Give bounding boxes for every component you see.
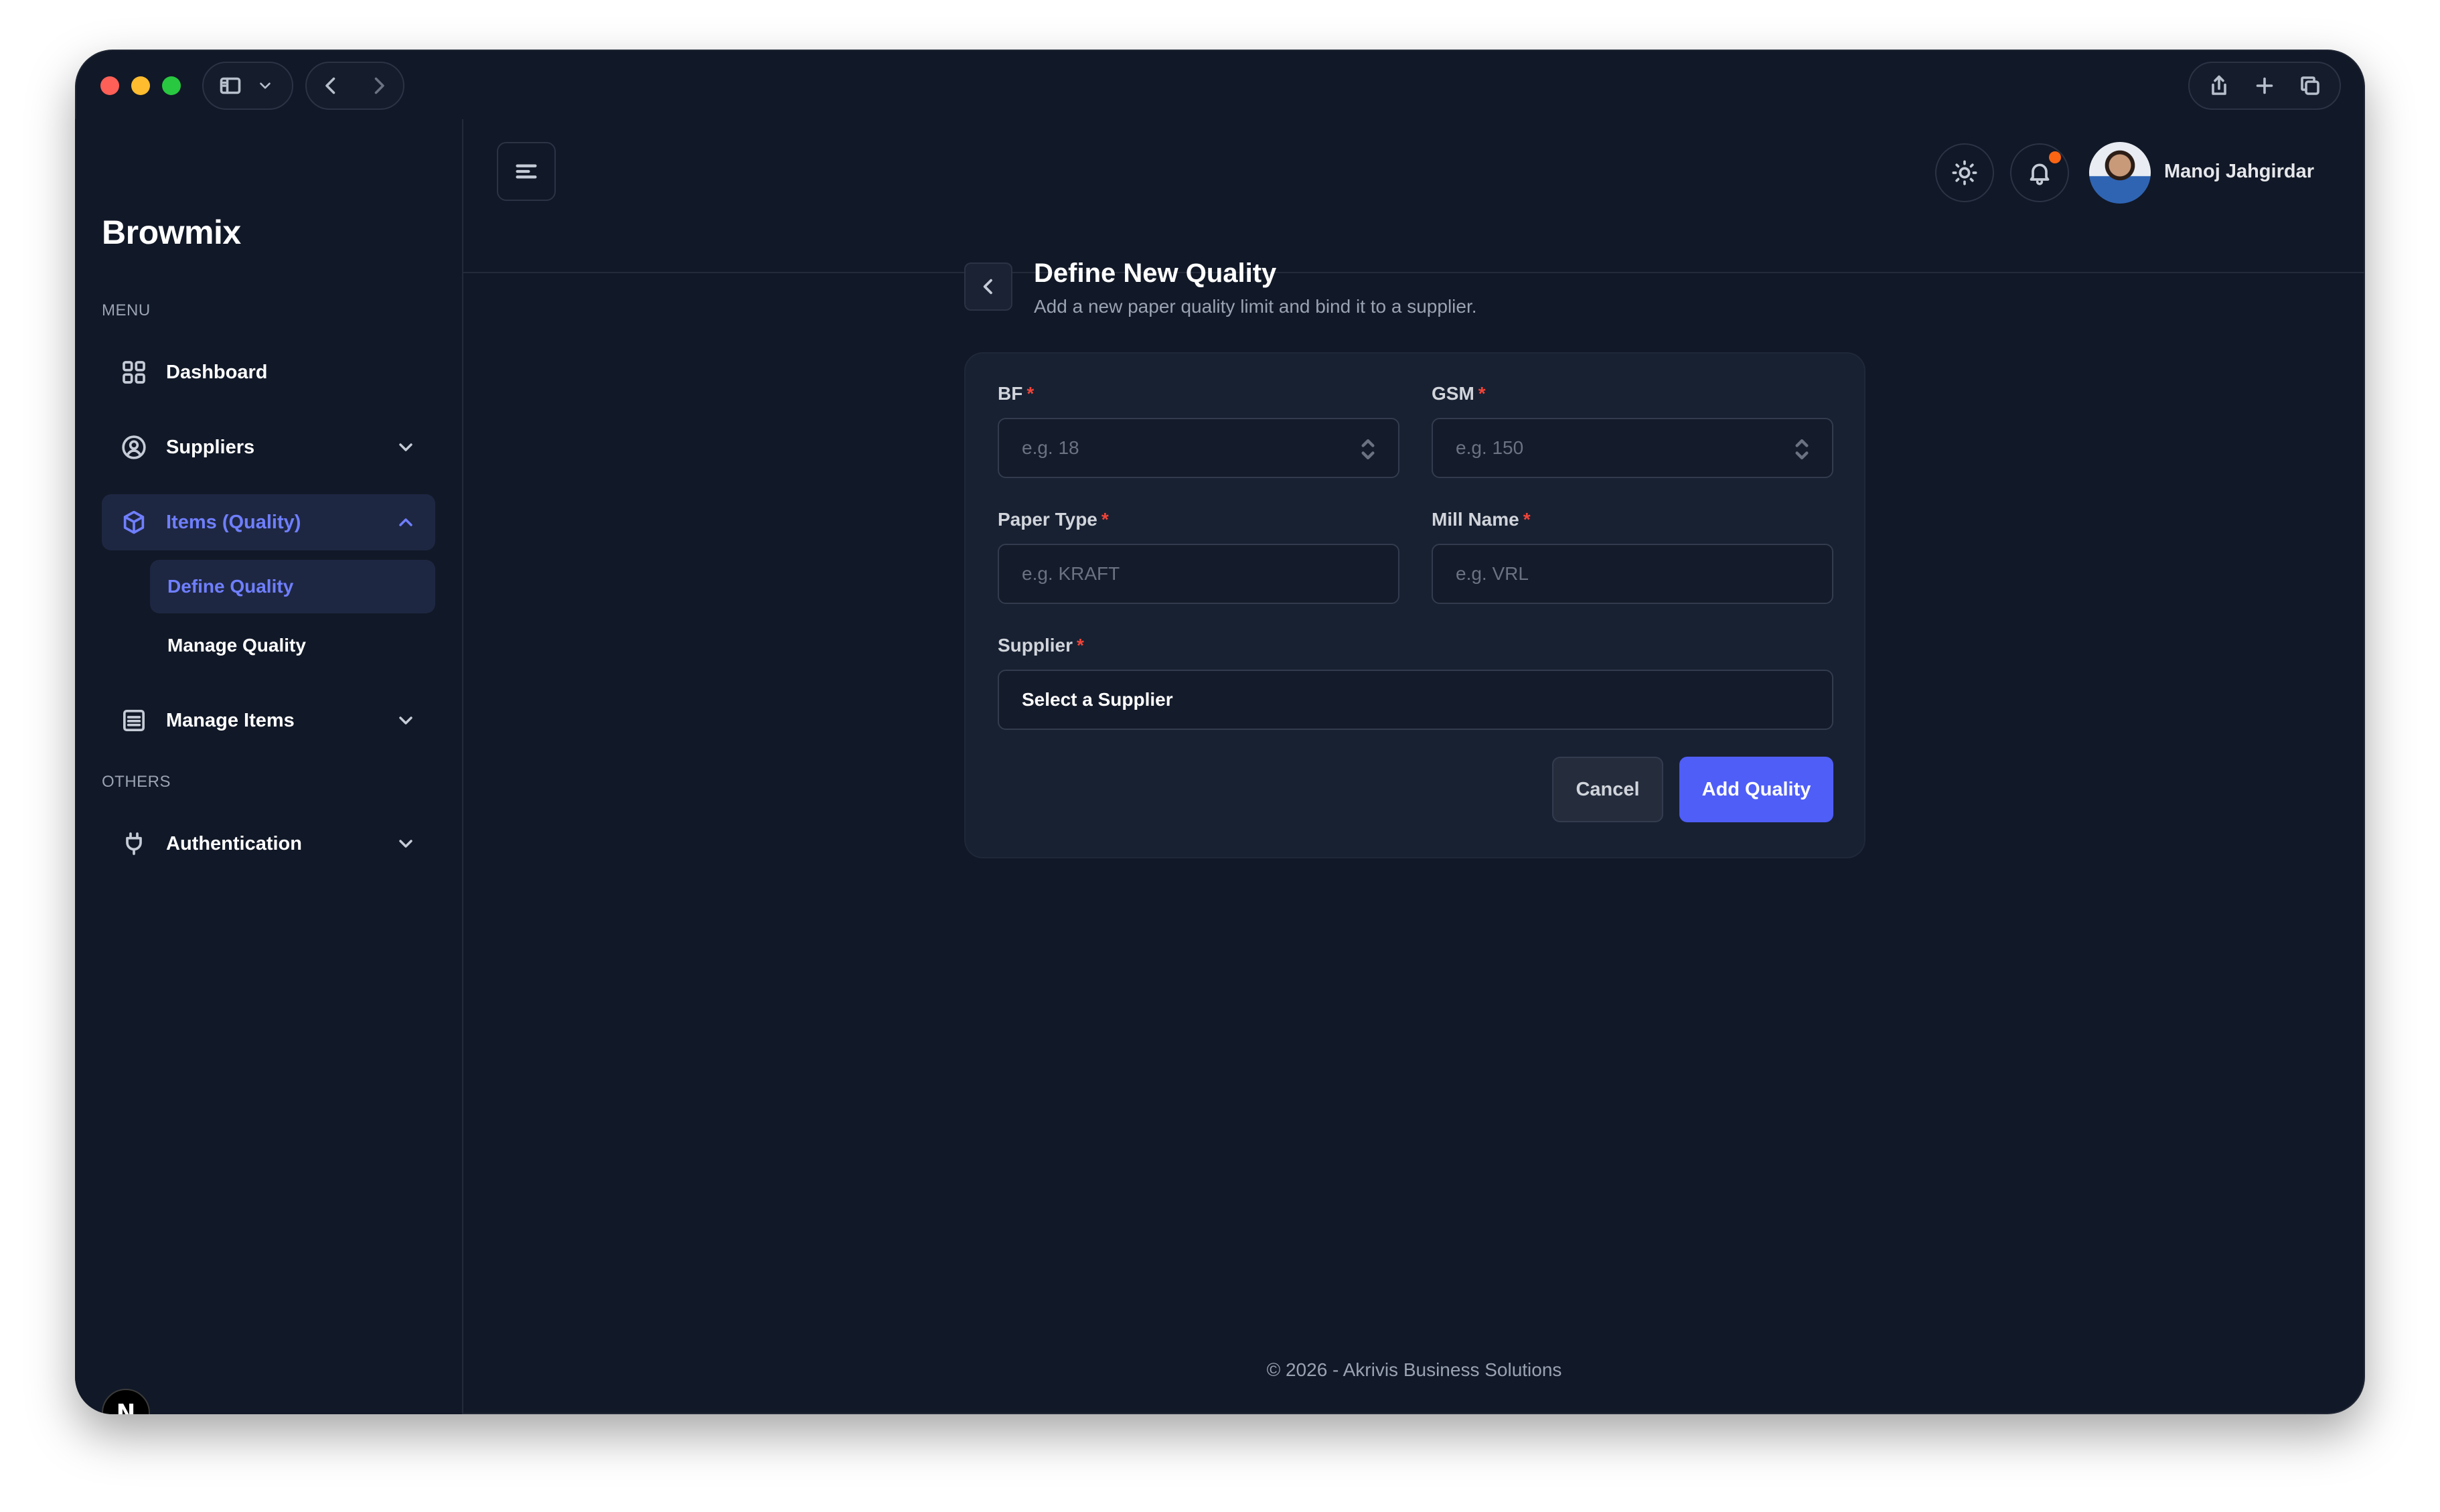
sidebar-icon	[216, 71, 245, 100]
share-icon[interactable]	[2204, 71, 2234, 100]
mill-name-input[interactable]: e.g. VRL	[1432, 544, 1833, 604]
user-name[interactable]: Manoj Jahgirdar	[2164, 161, 2314, 183]
maximize-window-button[interactable]	[162, 76, 181, 95]
mill-name-label-text: Mill Name	[1432, 509, 1519, 530]
stepper-icon[interactable]	[1361, 437, 1375, 462]
menu-toggle-button[interactable]	[497, 142, 556, 201]
paper-type-input[interactable]: e.g. KRAFT	[998, 544, 1399, 604]
bf-input[interactable]: e.g. 18	[998, 418, 1399, 478]
sidebar-subitem-define-quality[interactable]: Define Quality	[150, 560, 435, 613]
gsm-input[interactable]: e.g. 150	[1432, 418, 1833, 478]
sidebar-item-authentication[interactable]: Authentication	[102, 816, 435, 872]
chevron-down-icon	[395, 437, 416, 458]
cancel-button[interactable]: Cancel	[1552, 757, 1663, 822]
gsm-label: GSM *	[1432, 383, 1486, 404]
gsm-label-text: GSM	[1432, 383, 1474, 404]
supplier-select[interactable]: Select a Supplier	[998, 670, 1833, 730]
add-quality-button[interactable]: Add Quality	[1679, 757, 1833, 822]
required-marker: *	[1101, 509, 1109, 530]
grid-icon	[119, 358, 149, 387]
sidebar: Browmix MENU Dashboard Suppliers Items (…	[75, 119, 463, 1414]
required-marker: *	[1077, 635, 1084, 656]
paper-type-placeholder: e.g. KRAFT	[1022, 563, 1120, 584]
back-arrow-icon[interactable]	[316, 71, 346, 100]
sidebar-subitem-manage-quality[interactable]: Manage Quality	[150, 619, 435, 672]
footer-copyright: © 2026 - Akrivis Business Solutions	[1266, 1359, 1562, 1380]
stepper-icon[interactable]	[1795, 437, 1809, 462]
browser-window: Browmix MENU Dashboard Suppliers Items (…	[75, 50, 2365, 1414]
page-title: Define New Quality	[1034, 258, 1277, 288]
mill-name-placeholder: e.g. VRL	[1456, 563, 1529, 584]
sidebar-item-suppliers[interactable]: Suppliers	[102, 419, 435, 475]
sidebar-item-label: Dashboard	[166, 361, 268, 383]
sidebar-item-label: Items (Quality)	[166, 511, 301, 533]
notification-dot	[2049, 151, 2061, 163]
plug-icon	[119, 829, 149, 858]
forward-arrow-icon[interactable]	[364, 71, 394, 100]
define-quality-form: BF * e.g. 18 GSM * e.g. 150 Paper Type * e.…	[964, 352, 1865, 858]
sidebar-item-items-quality[interactable]: Items (Quality)	[102, 494, 435, 550]
sidebar-item-label: Authentication	[166, 832, 302, 854]
required-marker: *	[1478, 383, 1486, 404]
page-subtitle: Add a new paper quality limit and bind i…	[1034, 296, 1477, 317]
others-section-label: OTHERS	[102, 773, 171, 791]
browser-sidebar-toggle[interactable]	[202, 62, 293, 110]
avatar[interactable]	[2089, 142, 2151, 204]
mill-name-label: Mill Name *	[1432, 509, 1531, 530]
chevron-down-icon	[395, 833, 416, 854]
dev-tools-badge[interactable]: N	[102, 1389, 150, 1414]
back-button[interactable]	[964, 262, 1012, 311]
chevron-up-icon	[395, 512, 416, 533]
bf-label-text: BF	[998, 383, 1023, 404]
sidebar-item-dashboard[interactable]: Dashboard	[102, 344, 435, 400]
browser-titlebar	[75, 50, 2365, 119]
sun-icon	[1952, 160, 1977, 185]
bell-icon	[2030, 163, 2050, 185]
browser-actions-group	[2188, 62, 2341, 110]
sidebar-item-label: Suppliers	[166, 436, 255, 458]
supplier-label-text: Supplier	[998, 635, 1073, 656]
sidebar-item-manage-items[interactable]: Manage Items	[102, 692, 435, 749]
paper-type-label: Paper Type *	[998, 509, 1109, 530]
bf-label: BF *	[998, 383, 1034, 404]
sidebar-item-label: Manage Items	[166, 709, 295, 731]
user-circle-icon	[119, 433, 149, 462]
close-window-button[interactable]	[100, 76, 119, 95]
brand-logo[interactable]: Browmix	[102, 213, 241, 252]
chevron-left-icon	[983, 279, 992, 295]
supplier-selected-value: Select a Supplier	[1022, 689, 1173, 710]
required-marker: *	[1026, 383, 1035, 404]
browser-nav-group	[305, 62, 404, 110]
supplier-label: Supplier *	[998, 635, 1084, 656]
notifications-button[interactable]	[2010, 143, 2069, 202]
tab-overview-icon[interactable]	[2295, 71, 2325, 100]
top-header: Manoj Jahgirdar	[463, 119, 2365, 273]
cube-icon	[119, 508, 149, 537]
bf-placeholder: e.g. 18	[1022, 437, 1079, 458]
gsm-placeholder: e.g. 150	[1456, 437, 1524, 458]
chevron-down-icon	[395, 710, 416, 731]
new-tab-icon[interactable]	[2250, 71, 2279, 100]
menu-icon	[516, 164, 537, 179]
menu-section-label: MENU	[102, 301, 151, 319]
list-box-icon	[119, 706, 149, 735]
paper-type-label-text: Paper Type	[998, 509, 1097, 530]
minimize-window-button[interactable]	[131, 76, 150, 95]
required-marker: *	[1523, 509, 1531, 530]
theme-toggle-button[interactable]	[1935, 143, 1994, 202]
chevron-down-icon	[250, 71, 280, 100]
